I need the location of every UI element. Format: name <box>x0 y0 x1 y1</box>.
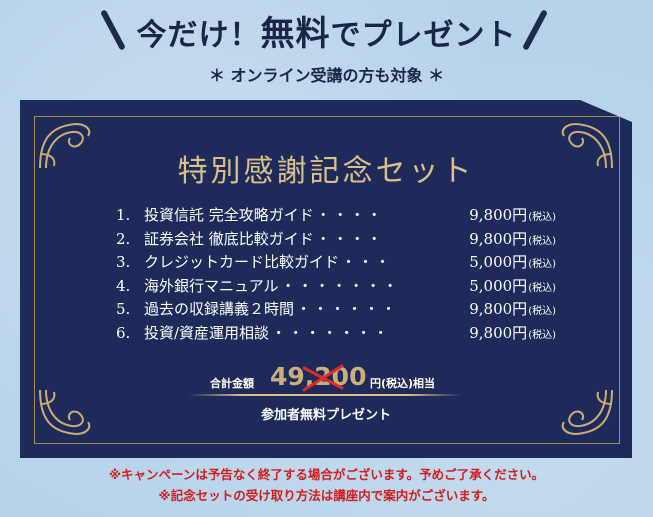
item-leader-dots: ・・・・・・・ <box>271 323 391 342</box>
item-name: 過去の収録講義２時間 <box>144 300 295 318</box>
list-item: 2. 証券会社 徹底比較ガイド ・・・・ 9,800円 (税込) <box>116 228 556 252</box>
item-leader-dots: ・・・ <box>341 253 393 271</box>
headline: 今だけ！無料でプレゼント <box>0 6 653 55</box>
headline-free: 無料 <box>260 14 331 54</box>
item-name: 海外銀行マニュアル <box>144 276 279 295</box>
item-price: 9,800円 <box>469 300 528 318</box>
notes: ※キャンペーンは予告なく終了する場合がございます。予めご了承ください。 ※記念セ… <box>0 464 653 506</box>
subheadline: ＊ オンライン受講の方も対象 ＊ <box>208 66 445 85</box>
gold-divider <box>188 394 462 396</box>
item-name: 投資信託 完全攻略ガイド <box>144 206 314 224</box>
item-tax: (税込) <box>528 212 556 223</box>
headline-banner: 今だけ！無料でプレゼント <box>0 0 653 56</box>
list-item: 6. 投資/資産運用相談 ・・・・・・・ 9,800円 (税込) <box>116 322 556 346</box>
item-price: 5,000円 <box>469 253 528 271</box>
item-number: 2. <box>116 229 131 248</box>
item-name: 投資/資産運用相談 <box>144 323 270 342</box>
list-item: 3. クレジットカード比較ガイド ・・・ 5,000円 (税込) <box>116 251 556 275</box>
item-tax: (税込) <box>528 306 556 317</box>
item-number: 1. <box>116 206 131 224</box>
item-number: 5. <box>116 300 131 318</box>
item-price: 9,800円 <box>469 323 528 342</box>
item-price: 5,000円 <box>469 276 528 295</box>
list-item: 5. 過去の収録講義２時間 ・・・・・・ 9,800円 (税込) <box>116 298 556 322</box>
total-label: 合計金額 <box>210 377 254 390</box>
item-leader-dots: ・・・・・・ <box>296 300 399 318</box>
item-list: 1. 投資信託 完全攻略ガイド ・・・・ 9,800円 (税込) 2. 証券会社 … <box>116 204 556 345</box>
item-price: 9,800円 <box>469 229 528 248</box>
gift-set-panel: 特別感謝記念セット 1. 投資信託 完全攻略ガイド ・・・・ 9,800円 (税込… <box>20 100 632 458</box>
list-item: 1. 投資信託 完全攻略ガイド ・・・・ 9,800円 (税込) <box>116 204 556 228</box>
item-number: 3. <box>116 253 131 271</box>
item-name: 証券会社 徹底比較ガイド <box>144 229 314 248</box>
headline-part3: でプレゼント <box>330 18 517 53</box>
item-name: クレジットカード比較ガイド <box>144 253 340 271</box>
note-line: ※キャンペーンは予告なく終了する場合がございます。予めご了承ください。 <box>108 467 545 482</box>
free-gift-label: 参加者無料プレゼント <box>260 408 391 423</box>
strikethrough-x-icon <box>302 364 344 392</box>
item-tax: (税込) <box>528 282 556 294</box>
panel-title: 特別感謝記念セット <box>177 154 475 189</box>
total-unit: 円(税込)相当 <box>370 377 436 390</box>
item-number: 6. <box>116 323 131 342</box>
item-price: 9,800円 <box>469 206 528 224</box>
item-tax: (税込) <box>528 259 556 270</box>
item-leader-dots: ・・・・ <box>315 206 384 224</box>
total-price: 合計金額 49,200 円(税込)相当 <box>210 362 470 392</box>
list-item: 4. 海外銀行マニュアル ・・・・・・・ 5,000円 (税込) <box>116 275 556 299</box>
item-tax: (税込) <box>528 329 556 341</box>
item-tax: (税込) <box>528 235 556 247</box>
item-leader-dots: ・・・・・・・ <box>280 276 400 295</box>
note-line: ※記念セットの受け取り方法は講座内で案内がございます。 <box>158 488 495 503</box>
item-number: 4. <box>116 276 131 295</box>
item-leader-dots: ・・・・ <box>315 229 384 248</box>
headline-part1: 今だけ！ <box>136 18 261 53</box>
